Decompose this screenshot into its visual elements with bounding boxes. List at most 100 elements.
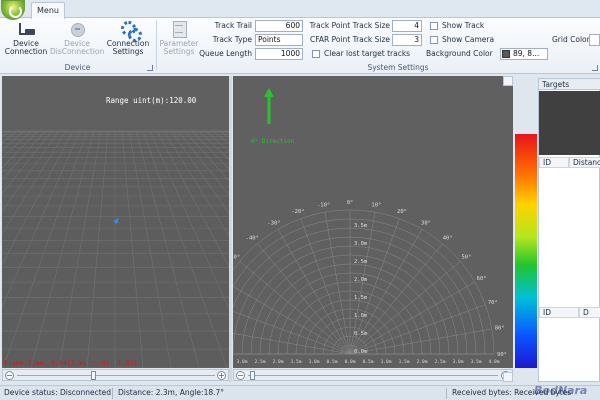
radar-scale-label: 0.0m [345,359,356,365]
zoom-in-button[interactable]: + [217,371,226,380]
zoom-slider-thumb[interactable] [91,371,96,380]
radar-angle-label: -20° [291,209,304,215]
radar-range-label: 1.0m [354,313,368,319]
radar-scale-label: 2.0m [417,359,428,365]
grid-color-label: Grid Color [552,35,590,44]
show-camera-label: Show Camera [442,35,495,44]
radar-range-label: 2.0m [354,277,368,283]
radar-scale-label: 2.5m [435,359,446,365]
radar-scale-label: 1.0m [381,359,392,365]
show-track-label: Show Track [442,21,485,30]
view-3d-panel[interactable]: Range uint(m):120.00 Frame Time: 0.0417 … [2,76,229,368]
radar-range-label: 0.5m [354,331,368,337]
radar-angle-label: 80° [495,326,505,332]
radar-zoom-out-button[interactable]: − [236,371,245,380]
status-bar: Device status: Disconnected Distance: 2.… [0,385,600,400]
track-point-size-label: Track Point Track Size [309,21,390,30]
radar-angle-label: 90° [497,352,507,358]
radar-range-label: 3.0m [354,241,368,247]
radar-range-label: 3.5m [354,223,368,229]
radar-angle-label: 70° [488,300,498,306]
targets-preview [539,91,600,155]
track-trail-input[interactable]: 600 [255,20,303,32]
parameter-icon [170,20,188,38]
radar-scale-label: 2.0m [273,359,284,365]
zoom-track [17,375,215,376]
radar-angle-label: 0° [347,200,354,206]
track-type-select[interactable]: Points [255,34,303,46]
disconnect-icon [68,20,86,38]
scroll-down-button[interactable] [503,372,513,382]
radar-fan-plot: 0° 10° 20° 30° 40° 50° 60° 70° 80° 90° -10° -20° -30… [233,200,507,365]
radar-zoom-slider-thumb[interactable] [250,371,255,380]
range-unit-text: Range uint(m):120.00 [106,96,197,105]
radar-angle-label: 60° [477,276,487,282]
scroll-up-button[interactable] [503,76,513,86]
app-menu-orb-icon[interactable] [1,0,25,20]
gears-icon [119,20,142,42]
track-point-size-input[interactable]: 4 [392,20,422,32]
radar-range-label: 1.5m [354,295,368,301]
panel-splitter[interactable] [229,76,232,382]
targets-col-id-2[interactable]: ID [539,307,579,318]
radar-panel[interactable]: 0° 10° 20° 30° 40° 50° 60° 70° 80° 90° -10° -20° -30… [233,76,513,368]
tab-menu[interactable]: Menu [31,2,65,19]
direction-label: 0° Direction [251,138,295,145]
radar-scale-label: 3.0m [453,359,464,365]
radar-angle-label: 40° [443,236,453,242]
clear-lost-tracks-label: Clear lost target tracks [324,49,411,58]
view-3d-zoom-bar: − + [2,369,229,381]
show-track-checkbox[interactable] [430,22,438,30]
radar-scale-label: 1.5m [291,359,302,365]
background-color-label: Background Color [426,49,493,58]
queue-length-input[interactable]: 1000 [255,48,303,60]
device-group-launcher-icon[interactable] [147,65,153,71]
group-divider [156,20,157,70]
clear-lost-tracks-checkbox[interactable] [312,50,320,58]
device-disconnection-button[interactable]: Device DisConnection [50,20,104,56]
radar-angle-label: 50° [461,254,471,260]
status-separator [112,388,113,399]
radar-range-label: 2.5m [354,259,368,265]
radar-scale-label: 3.0m [237,359,248,365]
radar-scale-label: 0.5m [363,359,374,365]
grid-color-picker[interactable] [589,34,600,46]
status-separator [446,388,447,399]
track-trail-label: Track Trail [214,21,252,30]
title-tab-strip: Menu [0,0,600,20]
distance-angle-text: Distance: 2.3m, Angle:18.7° [118,388,225,397]
device-connection-button[interactable]: Device Connection [4,20,48,56]
targets-title: Targets [539,79,600,90]
track-type-label: Track Type [212,35,252,44]
targets-panel: Targets ID Distance ID D [538,78,600,382]
plug-icon [17,20,35,38]
radar-angle-label: 20° [397,209,407,215]
radar-scale-label: 0.5m [327,359,338,365]
targets-col-d-2[interactable]: D [579,307,600,318]
radar-angle-label: -40° [246,236,259,242]
radar-scale-label: 4.0m [489,359,500,365]
cfar-point-size-label: CFAR Point Track Size [310,35,390,44]
radar-angle-label: 10° [371,202,381,208]
cfar-point-size-input[interactable]: 3 [392,34,422,46]
radar-scale-label: 1.5m [399,359,410,365]
show-camera-checkbox[interactable] [430,36,438,44]
radar-scale-label: 3.5m [471,359,482,365]
targets-col-id[interactable]: ID [539,157,569,168]
device-disconnection-label-2: DisConnection [50,47,105,56]
parameter-settings-button[interactable]: Parameter Settings [158,20,200,56]
radar-angle-label: -30° [267,220,280,226]
background-color-swatch [502,50,510,58]
zoom-out-button[interactable]: − [5,371,14,380]
radar-angle-label: -50° [233,254,240,260]
device-status-text: Device status: Disconnected [4,388,112,397]
watermark-logo: BodNara [534,384,588,397]
targets-col-distance[interactable]: Distance [569,157,600,168]
system-group-launcher-icon[interactable] [592,65,598,71]
direction-arrow-icon [264,88,274,124]
frame-time-overlay: Frame Time: 0.0417 ms :: Hz: 1.033 [4,359,138,367]
parameter-settings-label-2: Settings [163,47,195,56]
system-settings-group-label: System Settings [367,63,429,72]
radar-scale-label: 1.0m [309,359,320,365]
connection-settings-button[interactable]: Connection Settings [104,20,152,56]
